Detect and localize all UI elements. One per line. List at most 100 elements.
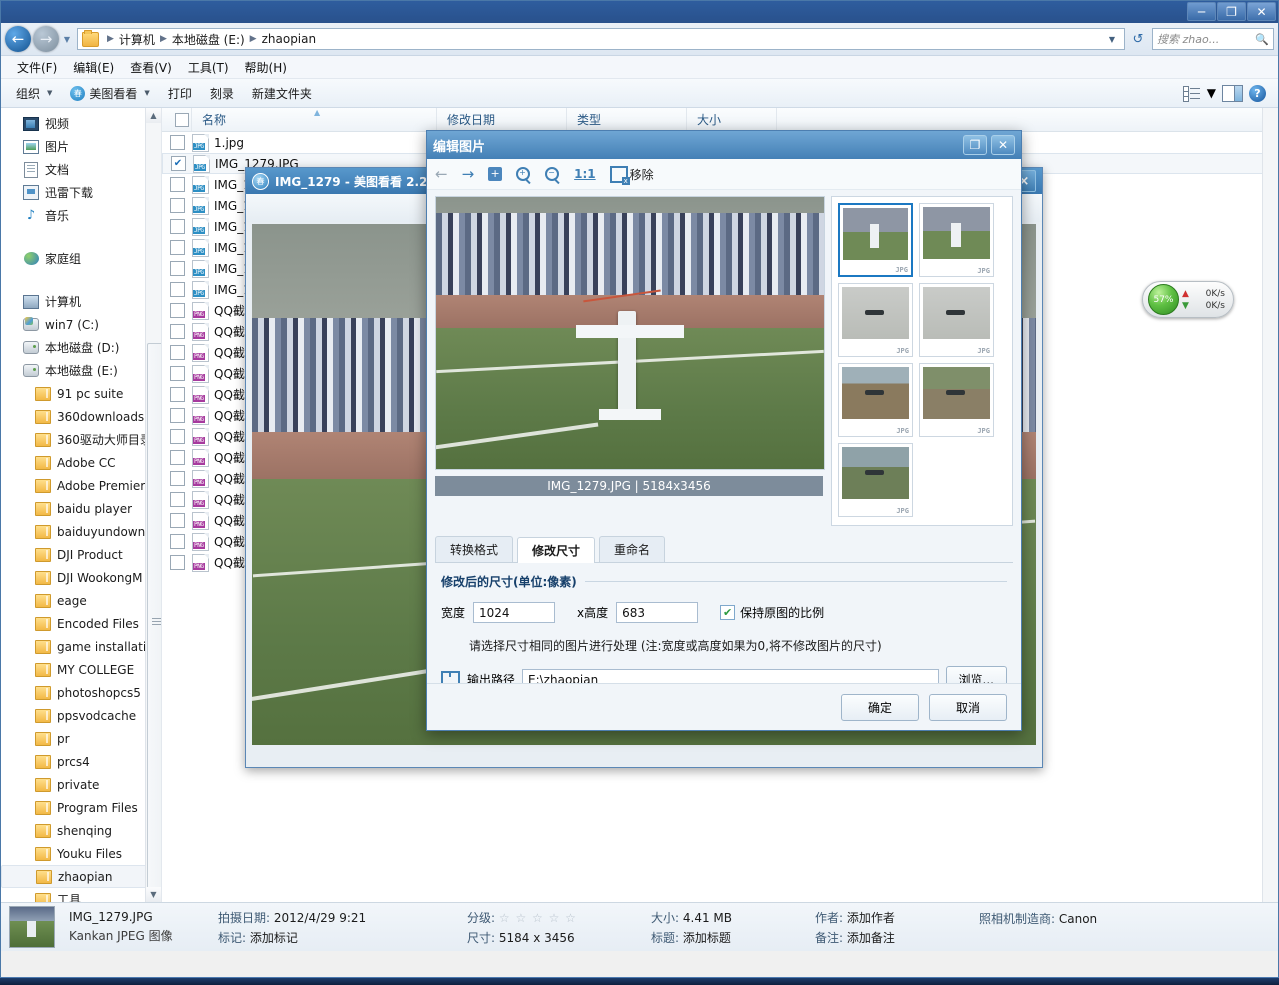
menu-view[interactable]: 查看(V) — [122, 57, 180, 78]
row-checkbox[interactable] — [169, 429, 185, 444]
close-button[interactable]: ✕ — [1247, 2, 1276, 21]
remove-button[interactable]: 移除 — [609, 165, 654, 185]
sidebar-item-360downloads[interactable]: 360downloads — [1, 405, 161, 428]
sidebar-item-[interactable]: 图片 — [1, 135, 161, 158]
thumbnail-item[interactable]: JPG — [838, 203, 913, 277]
preview-pane-icon[interactable] — [1222, 84, 1243, 102]
row-checkbox-cell[interactable] — [162, 492, 192, 507]
add-image-button[interactable]: + — [488, 167, 503, 181]
column-date[interactable]: 修改日期 — [437, 108, 567, 131]
minimize-button[interactable]: ─ — [1187, 2, 1216, 21]
new-folder-button[interactable]: 新建文件夹 — [243, 82, 321, 105]
row-checkbox[interactable] — [169, 513, 185, 528]
select-all-checkbox-header[interactable] — [162, 108, 192, 131]
ok-button[interactable]: 确定 — [841, 693, 919, 721]
sidebar-item-pr[interactable]: pr — [1, 727, 161, 750]
row-checkbox[interactable] — [169, 555, 185, 570]
next-image-button[interactable]: → — [462, 165, 475, 183]
chevron-down-icon[interactable]: ▼ — [1104, 35, 1120, 44]
row-checkbox[interactable] — [169, 177, 185, 192]
cancel-button[interactable]: 取消 — [929, 693, 1007, 721]
row-checkbox[interactable] — [169, 303, 185, 318]
row-checkbox[interactable]: ✔ — [170, 156, 186, 171]
row-checkbox-cell[interactable] — [162, 471, 192, 486]
row-checkbox[interactable] — [169, 345, 185, 360]
sidebar-item-[interactable]: 视频 — [1, 112, 161, 135]
net-speed-widget[interactable]: 57% ▲ 0K/s ▼ 0K/s — [1142, 281, 1234, 318]
row-checkbox-cell[interactable] — [162, 450, 192, 465]
menu-file[interactable]: 文件(F) — [9, 57, 65, 78]
sidebar-item-adobe-cc[interactable]: Adobe CC — [1, 451, 161, 474]
help-icon[interactable]: ? — [1249, 84, 1266, 102]
meitu-button[interactable]: 春 美图看看 ▼ — [61, 82, 158, 105]
sidebar-item-[interactable]: 家庭组 — [1, 247, 161, 270]
row-checkbox[interactable] — [169, 450, 185, 465]
row-checkbox-cell[interactable] — [162, 219, 192, 234]
taskbar[interactable] — [0, 977, 1279, 985]
row-checkbox[interactable] — [169, 219, 185, 234]
row-checkbox[interactable] — [169, 261, 185, 276]
breadcrumb-item-2[interactable]: ▶ zhaopian — [245, 32, 316, 46]
sidebar-item-baidu-player[interactable]: baidu player — [1, 497, 161, 520]
sidebar-item-dji-wookongm[interactable]: DJI WookongM — [1, 566, 161, 589]
thumbnail-item[interactable]: JPG — [919, 363, 994, 437]
navigation-scrollbar[interactable]: ▲ ▼ — [145, 108, 161, 902]
row-checkbox-cell[interactable] — [162, 534, 192, 549]
row-checkbox-cell[interactable] — [162, 324, 192, 339]
details-tags-value[interactable]: 添加标记 — [250, 931, 298, 945]
sidebar-item-[interactable]: 工具 — [1, 888, 161, 902]
menu-tools[interactable]: 工具(T) — [180, 57, 237, 78]
tab-rename[interactable]: 重命名 — [599, 536, 666, 562]
zoom-out-button[interactable]: − — [545, 166, 560, 184]
row-checkbox-cell[interactable] — [162, 429, 192, 444]
dialog-titlebar[interactable]: 编辑图片 ❐ ✕ — [427, 131, 1021, 159]
change-view-icon[interactable] — [1182, 86, 1201, 102]
breadcrumb-item-1[interactable]: ▶ 本地磁盘 (E:) — [155, 31, 245, 48]
row-checkbox[interactable] — [169, 324, 185, 339]
tab-resize[interactable]: 修改尺寸 — [517, 537, 596, 563]
sidebar-item-zhaopian[interactable]: zhaopian — [1, 865, 161, 888]
row-checkbox[interactable] — [169, 366, 185, 381]
back-button[interactable]: ← — [5, 26, 31, 52]
menu-help[interactable]: 帮助(H) — [237, 57, 295, 78]
breadcrumb-item-0[interactable]: ▶ 计算机 — [102, 31, 155, 48]
refresh-icon[interactable]: ↺ — [1127, 28, 1149, 50]
width-input[interactable]: 1024 — [473, 602, 556, 623]
details-title-value[interactable]: 添加标题 — [683, 931, 731, 945]
burn-button[interactable]: 刻录 — [201, 82, 243, 105]
row-checkbox-cell[interactable] — [162, 408, 192, 423]
scroll-down-arrow[interactable]: ▼ — [146, 887, 161, 902]
row-checkbox-cell[interactable] — [162, 135, 192, 150]
sidebar-item-win7-c[interactable]: win7 (C:) — [1, 313, 161, 336]
recent-pages-dropdown-icon[interactable]: ▼ — [61, 35, 73, 44]
prev-image-button[interactable]: ← — [435, 165, 448, 183]
organize-button[interactable]: 组织 ▼ — [7, 82, 61, 105]
thumbnail-item[interactable]: JPG — [838, 443, 913, 517]
sidebar-item-dji-product[interactable]: DJI Product — [1, 543, 161, 566]
sidebar-item-photoshopcs5[interactable]: photoshopcs5 — [1, 681, 161, 704]
sidebar-item-encoded-files[interactable]: Encoded Files — [1, 612, 161, 635]
sidebar-item-adobe-premiere[interactable]: Adobe Premiere — [1, 474, 161, 497]
row-checkbox[interactable] — [169, 534, 185, 549]
search-input[interactable]: 搜索 zhao... 🔍 — [1152, 28, 1274, 50]
row-checkbox[interactable] — [169, 471, 185, 486]
row-checkbox[interactable] — [169, 198, 185, 213]
row-checkbox-cell[interactable] — [162, 261, 192, 276]
menu-edit[interactable]: 编辑(E) — [65, 57, 122, 78]
sidebar-item-[interactable]: ♪ 音乐 — [1, 204, 161, 227]
thumbnail-item[interactable]: JPG — [838, 283, 913, 357]
keep-ratio-checkbox-wrap[interactable]: ✔ 保持原图的比例 — [720, 604, 824, 621]
row-checkbox[interactable] — [169, 408, 185, 423]
row-checkbox-cell[interactable] — [162, 513, 192, 528]
row-checkbox-cell[interactable] — [162, 282, 192, 297]
column-name[interactable]: 名称 ▲ — [192, 108, 437, 131]
sidebar-item-my-college[interactable]: MY COLLEGE — [1, 658, 161, 681]
thumbnail-item[interactable]: JPG — [919, 283, 994, 357]
row-checkbox[interactable] — [169, 492, 185, 507]
sidebar-item-[interactable]: 迅雷下载 — [1, 181, 161, 204]
sidebar-item-[interactable]: 计算机 — [1, 290, 161, 313]
sidebar-item-d[interactable]: 本地磁盘 (D:) — [1, 336, 161, 359]
sidebar-item-e[interactable]: 本地磁盘 (E:) — [1, 359, 161, 382]
sidebar-item-ppsvodcache[interactable]: ppsvodcache — [1, 704, 161, 727]
row-checkbox-cell[interactable] — [162, 303, 192, 318]
